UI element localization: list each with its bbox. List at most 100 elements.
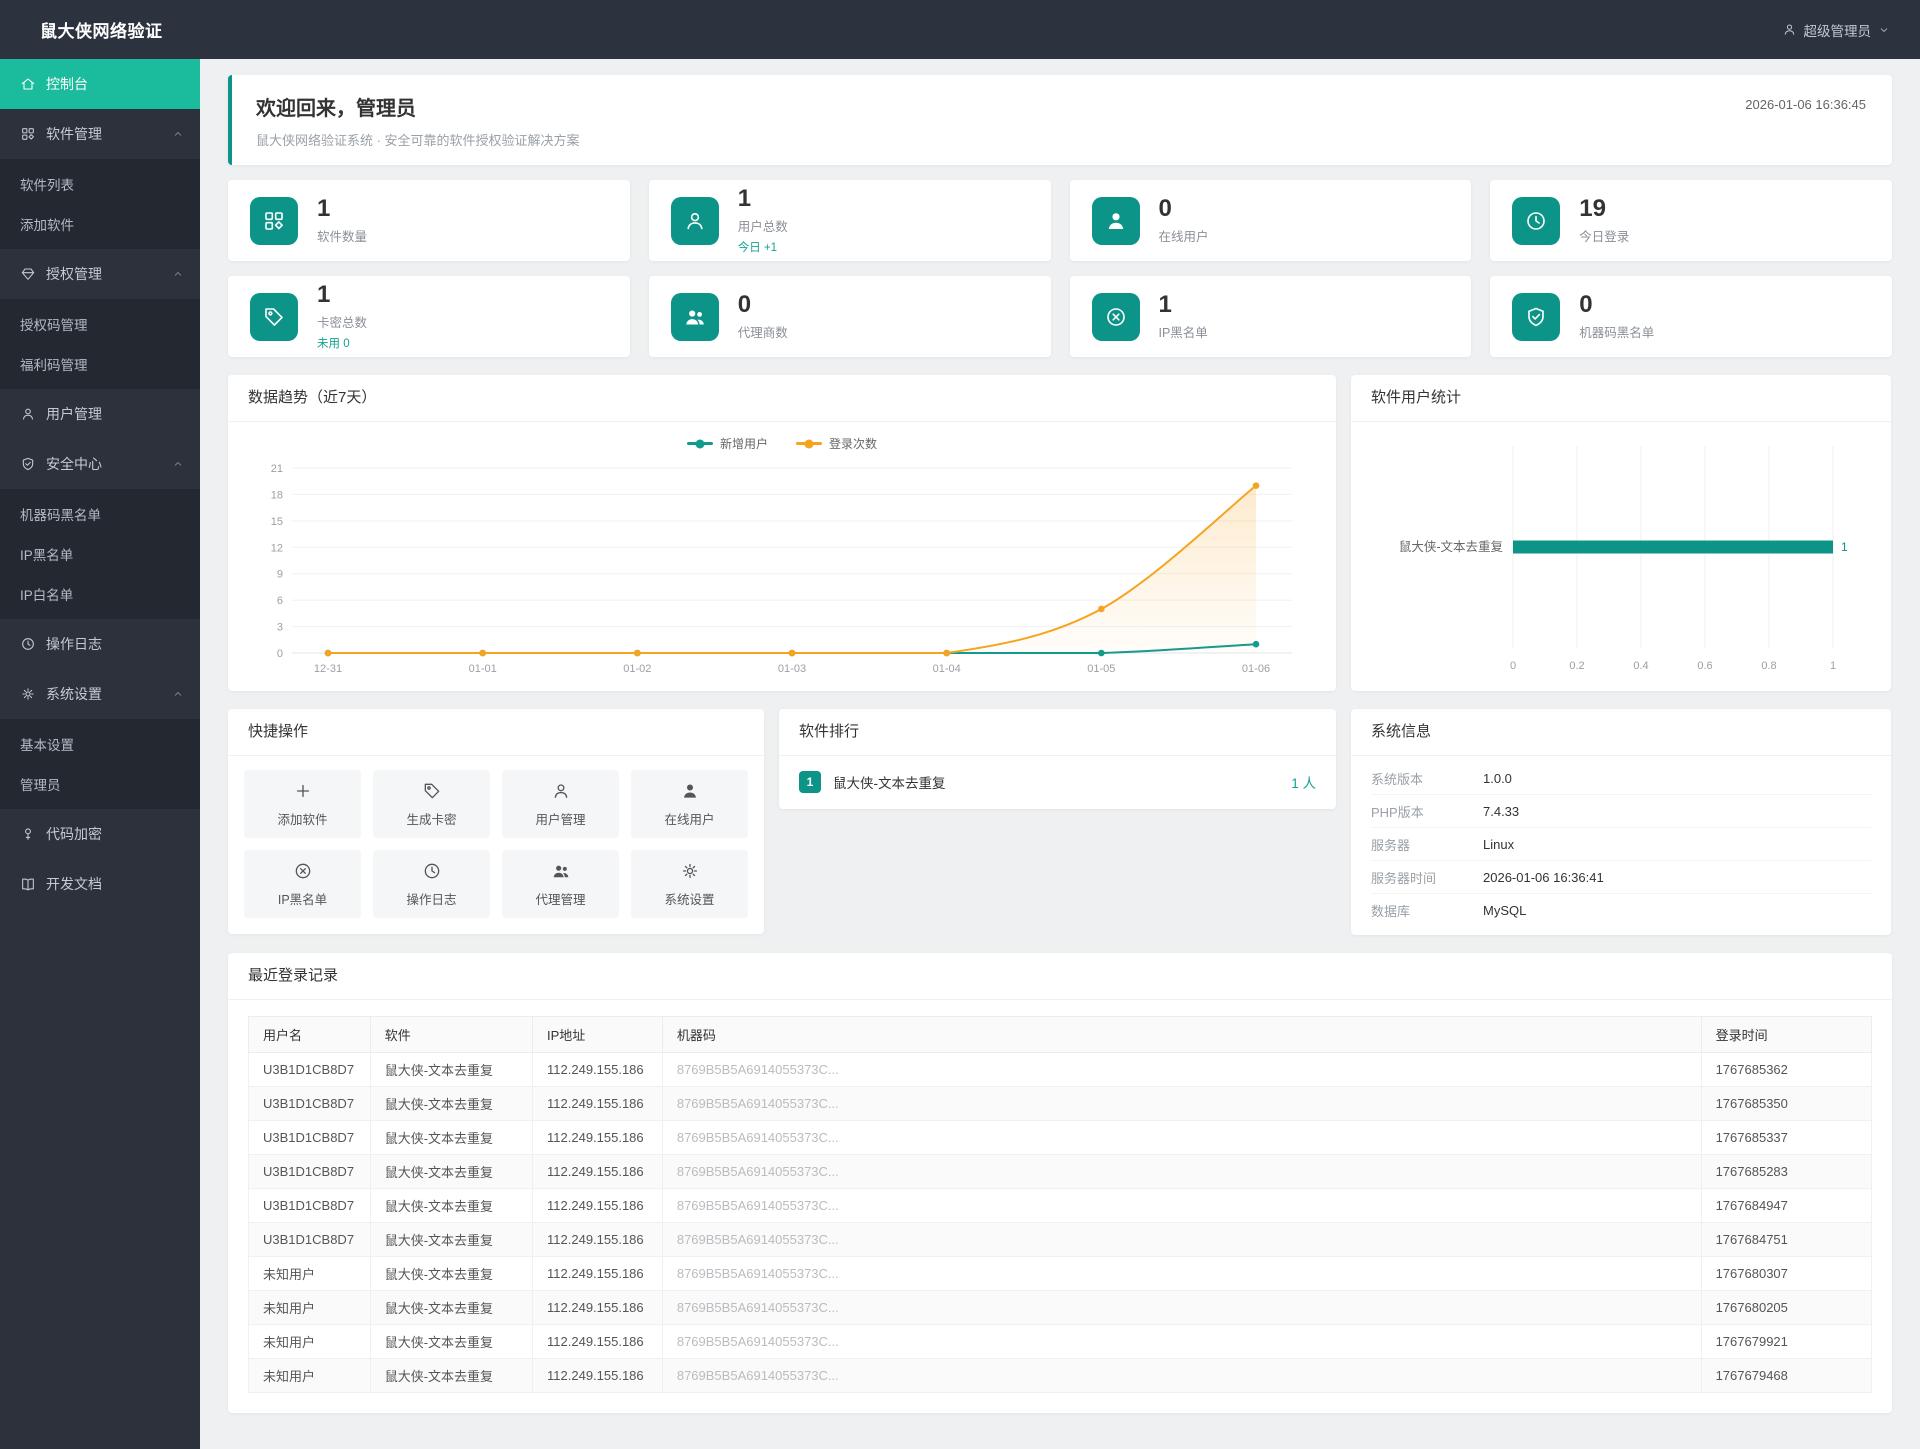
sidebar-item[interactable]: 用户管理 [0, 389, 200, 439]
sidebar-item[interactable]: 软件管理 [0, 109, 200, 159]
chart-legend: 新增用户 登录次数 [228, 422, 1336, 452]
svg-text:9: 9 [277, 569, 283, 581]
system-info-row: 数据库 MySQL [1371, 894, 1871, 927]
table-cell: 8769B5B5A6914055373C... [661, 1290, 1702, 1325]
sidebar-item[interactable]: 安全中心 [0, 439, 200, 489]
stat-value: 1 [317, 281, 331, 309]
user-solid-icon [1108, 212, 1123, 229]
shield-check-icon [22, 457, 34, 471]
quick-action-tile[interactable]: 系统设置 [631, 850, 748, 918]
user-icon [1784, 24, 1794, 35]
stat-value: 0 [1158, 195, 1172, 223]
table-row: U3B1D1CB8D7 鼠大侠-文本去重复 112.249.155.186 8769B… [248, 1222, 1873, 1257]
sidebar-subitem[interactable]: 添加软件 [0, 204, 200, 244]
stat-card: 1 卡密总数 未用 0 [228, 276, 630, 357]
sidebar-subitem[interactable]: IP白名单 [0, 574, 200, 614]
table-cell: 112.249.155.186 [532, 1120, 663, 1155]
sidebar-item[interactable]: 代码加密 [0, 809, 200, 859]
software-users-bar-chart: 0 0.2 0.4 0.6 0.8 1 鼠大侠-文本去重复 1 [1351, 422, 1891, 687]
stat-value: 0 [1579, 291, 1593, 319]
sidebar-item-label: 操作日志 [46, 636, 102, 652]
svg-text:0: 0 [277, 648, 283, 660]
quick-action-tile[interactable]: 生成卡密 [373, 770, 490, 838]
svg-text:0.4: 0.4 [1633, 660, 1648, 672]
table-cell: U3B1D1CB8D7 [248, 1052, 371, 1087]
quick-action-tile[interactable]: 在线用户 [631, 770, 748, 838]
middle-row: 快捷操作 添加软件 生成卡密 用户管理 在线用户 IP黑名单 操作日志 代理管理 系统设置 软… [228, 709, 1892, 935]
quick-action-label: 添加软件 [277, 812, 328, 827]
tag-icon [265, 307, 283, 326]
svg-text:01-05: 01-05 [1087, 663, 1115, 675]
svg-text:15: 15 [271, 516, 283, 528]
table-cell: 1767680205 [1700, 1290, 1873, 1325]
stat-icon-box [250, 292, 298, 341]
system-info-row: 服务器时间 2026-01-06 16:36:41 [1371, 861, 1871, 894]
stat-icon-box [1512, 292, 1561, 341]
svg-text:0.6: 0.6 [1697, 660, 1712, 672]
stat-label: 软件数量 [317, 229, 368, 244]
table-cell: 鼠大侠-文本去重复 [369, 1290, 534, 1325]
stat-card: 0 机器码黑名单 [1490, 276, 1892, 357]
sidebar-item[interactable]: 授权管理 [0, 249, 200, 299]
sidebar-item-label: 系统设置 [46, 686, 102, 702]
table-row: U3B1D1CB8D7 鼠大侠-文本去重复 112.249.155.186 8769B… [248, 1052, 1873, 1087]
stat-card: 0 在线用户 [1069, 180, 1472, 261]
sidebar-item[interactable]: 系统设置 [0, 669, 200, 719]
legend-item[interactable]: 新增用户 [686, 435, 768, 452]
sidebar-subitem[interactable]: 管理员 [0, 764, 200, 804]
table-row: 未知用户 鼠大侠-文本去重复 112.249.155.186 8769B5B5A691… [248, 1290, 1873, 1325]
table-row: U3B1D1CB8D7 鼠大侠-文本去重复 112.249.155.186 8769B… [248, 1086, 1873, 1121]
sidebar-item[interactable]: 操作日志 [0, 619, 200, 669]
user-menu[interactable]: 超级管理员 [1782, 20, 1891, 40]
recent-logins-title: 最近登录记录 [228, 953, 1892, 1000]
quick-action-tile[interactable]: 用户管理 [502, 770, 619, 838]
sidebar-subitem[interactable]: 授权码管理 [0, 304, 200, 344]
legend-item[interactable]: 登录次数 [796, 435, 877, 452]
table-cell: U3B1D1CB8D7 [248, 1188, 371, 1223]
svg-text:01-01: 01-01 [469, 663, 497, 675]
table-cell: U3B1D1CB8D7 [248, 1154, 371, 1189]
sidebar-subitem[interactable]: IP黑名单 [0, 534, 200, 574]
table-cell: 鼠大侠-文本去重复 [369, 1358, 534, 1393]
svg-text:6: 6 [277, 595, 283, 607]
quick-action-tile[interactable]: 代理管理 [502, 850, 619, 918]
software-users-chart-title: 软件用户统计 [1351, 375, 1891, 422]
stat-icon-box [1091, 196, 1140, 245]
shield-check-icon [1528, 307, 1545, 326]
table-cell: 1767685362 [1700, 1052, 1873, 1087]
sidebar-subitem[interactable]: 机器码黑名单 [0, 494, 200, 534]
quick-action-tile[interactable]: 添加软件 [244, 770, 361, 838]
welcome-title: 欢迎回来，管理员 [256, 97, 416, 120]
sidebar-subitem[interactable]: 福利码管理 [0, 344, 200, 384]
software-ranking-title: 软件排行 [779, 709, 1336, 756]
quick-action-tile[interactable]: 操作日志 [373, 850, 490, 918]
user-name: 超级管理员 [1803, 23, 1872, 39]
home-icon [21, 78, 35, 90]
table-cell: 112.249.155.186 [532, 1052, 663, 1087]
system-info-value: 1.0.0 [1483, 770, 1512, 786]
sidebar-item[interactable]: 控制台 [0, 59, 200, 109]
stats-grid: 1 软件数量 1 用户总数 今日 +1 0 在线用户 19 今日登录 1 卡密总数 未用 0 0 代理商数… [228, 180, 1892, 357]
quick-action-tile[interactable]: IP黑名单 [244, 850, 361, 918]
sidebar-subitem[interactable]: 基本设置 [0, 724, 200, 764]
sidebar-subitem[interactable]: 软件列表 [0, 164, 200, 204]
sidebar-submenu: 基本设置 管理员 [0, 719, 200, 809]
sidebar-item[interactable]: 开发文档 [0, 859, 200, 909]
stat-label: 代理商数 [737, 325, 788, 340]
plus-icon [296, 784, 309, 797]
ban-icon [1106, 307, 1125, 326]
table-cell: 鼠大侠-文本去重复 [369, 1188, 534, 1223]
main-content: 欢迎回来，管理员 鼠大侠网络验证系统 · 安全可靠的软件授权验证解决方案 202… [200, 59, 1920, 1441]
legend-marker [686, 439, 713, 448]
system-info-value: Linux [1483, 836, 1515, 852]
system-info-rows: 系统版本 1.0.0 PHP版本 7.4.33 服务器 Linux 服务器时间 2026-01… [1351, 756, 1891, 935]
sidebar-submenu: 授权码管理 福利码管理 [0, 299, 200, 389]
table-cell: 1767680307 [1700, 1256, 1873, 1291]
table-cell: 8769B5B5A6914055373C... [661, 1324, 1702, 1359]
sidebar-submenu: 软件列表 添加软件 [0, 159, 200, 249]
apps-icon [22, 128, 34, 140]
svg-text:21: 21 [271, 463, 283, 475]
system-info-label: 系统版本 [1371, 771, 1424, 787]
users-icon [553, 865, 568, 877]
table-cell: 未知用户 [248, 1290, 371, 1325]
